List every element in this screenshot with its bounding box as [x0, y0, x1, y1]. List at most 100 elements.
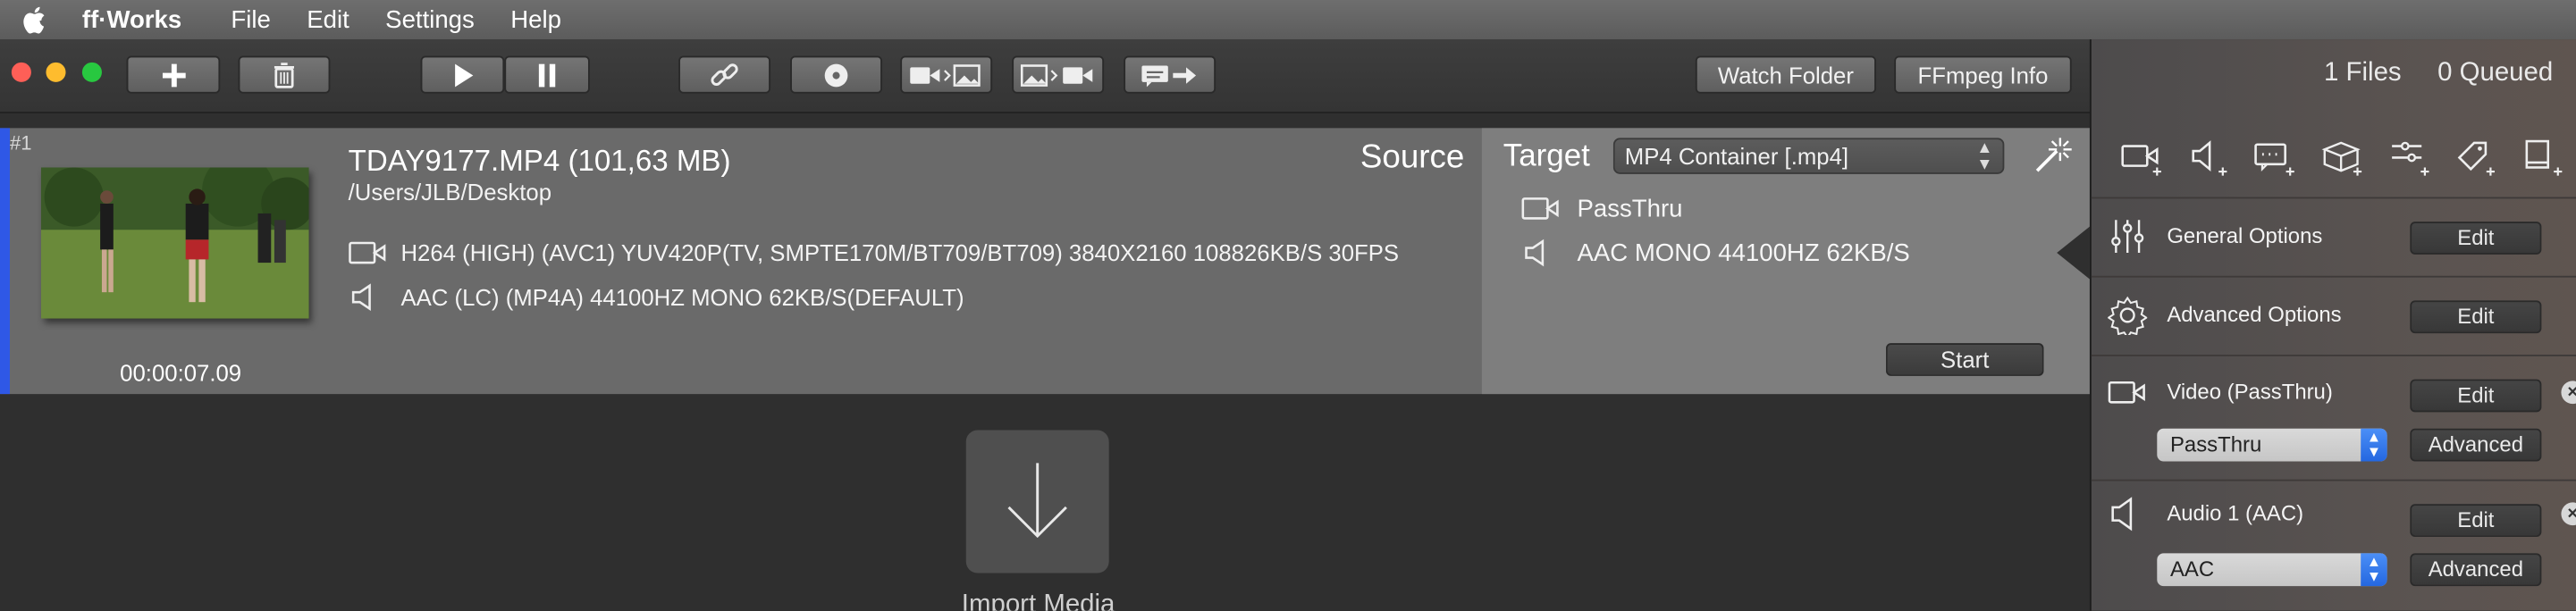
speaker-icon	[351, 283, 371, 311]
stream-add-toolbar	[2121, 138, 2564, 177]
chevron-updown-icon: ▲ ▼	[2361, 428, 2387, 462]
import-media-label: Import Media	[961, 590, 1115, 611]
target-audio: AAC MONO 44100HZ 62KB/S	[1521, 239, 1910, 268]
pause-icon	[538, 63, 556, 87]
source-video-stream: H264 (HIGH) (AVC1) YUV420P(TV, SMPTE170M…	[349, 239, 1399, 268]
sliders-icon	[2111, 220, 2144, 254]
add-package-icon[interactable]	[2321, 138, 2364, 177]
menu-settings[interactable]: Settings	[385, 5, 475, 33]
images-to-video-button[interactable]	[1012, 55, 1105, 94]
import-media-button[interactable]	[965, 430, 1109, 573]
add-subtitle-icon[interactable]	[2254, 138, 2297, 177]
chevron-updown-icon: ▲ ▼	[2361, 553, 2387, 587]
audio-stream-info: AAC (LC) (MP4A) 44100HZ MONO 62KB/S(DEFA…	[400, 283, 964, 311]
subtitle-export-button[interactable]	[1124, 55, 1216, 94]
job-row[interactable]: #1 TDAY9177.MP4 (101,63 MB) /Users/JLB/D…	[0, 128, 2090, 395]
start-button[interactable]: Start	[1886, 343, 2044, 376]
gear-icon	[2108, 296, 2148, 335]
magic-wand-icon[interactable]	[2031, 135, 2074, 178]
add-filter-icon[interactable]	[2388, 138, 2431, 177]
link-button[interactable]	[678, 55, 771, 94]
audio-stream-row: Audio 1 (AAC) Edit × AAC ▲▼ Advanced	[2091, 479, 2576, 611]
add-icon	[162, 63, 185, 87]
menu-edit[interactable]: Edit	[307, 5, 349, 33]
add-video-icon[interactable]	[2121, 138, 2164, 177]
video-camera-icon	[1521, 197, 1559, 220]
video-thumbnail	[40, 167, 309, 319]
app-menu[interactable]: ff·Works	[82, 5, 181, 33]
file-title: TDAY9177.MP4 (101,63 MB)	[348, 144, 731, 178]
general-options-row: General Options Edit	[2091, 197, 2576, 276]
speaker-icon	[2111, 497, 2133, 531]
menu-help[interactable]: Help	[510, 5, 561, 33]
file-path: /Users/JLB/Desktop	[348, 179, 552, 205]
menu-file[interactable]: File	[231, 5, 270, 33]
panel-pointer	[2057, 226, 2090, 280]
start-queue-button[interactable]	[420, 55, 505, 94]
video-to-images-icon	[910, 63, 981, 86]
job-number: #1	[10, 131, 32, 155]
target-video: PassThru	[1521, 194, 1682, 223]
queued-count: 0 Queued	[2437, 59, 2554, 88]
target-video-info: PassThru	[1577, 194, 1683, 223]
add-chapter-icon[interactable]	[2521, 138, 2564, 177]
pause-queue-button[interactable]	[504, 55, 590, 94]
add-tag-icon[interactable]	[2454, 138, 2497, 177]
video-camera-icon	[2108, 381, 2145, 404]
queue-status: 1 Files 0 Queued	[2324, 59, 2553, 88]
add-button[interactable]	[126, 55, 221, 94]
video-advanced-button[interactable]: Advanced	[2410, 428, 2542, 462]
audio-stream-label: Audio 1 (AAC)	[2167, 500, 2304, 526]
link-icon	[711, 63, 738, 86]
audio-codec-value: AAC	[2169, 557, 2215, 582]
delete-button[interactable]	[238, 55, 331, 94]
files-count: 1 Files	[2324, 59, 2402, 88]
arrow-down-icon	[1007, 463, 1067, 539]
video-codec-value: PassThru	[2169, 431, 2262, 456]
disc-button[interactable]	[790, 55, 883, 94]
ffmpeg-info-button[interactable]: FFmpeg Info	[1894, 55, 2072, 94]
minimize-window-button[interactable]	[46, 62, 66, 82]
speaker-icon	[1525, 239, 1545, 267]
disc-icon	[824, 63, 848, 87]
advanced-options-row: Advanced Options Edit	[2091, 275, 2576, 355]
container-select[interactable]: MP4 Container [.mp4] ▲ ▼	[1612, 138, 2005, 174]
remove-video-stream-icon[interactable]: ×	[2561, 381, 2576, 405]
zoom-window-button[interactable]	[81, 62, 102, 82]
menu-bar: ff·Works File Edit Settings Help	[0, 0, 2576, 40]
target-label: Target	[1503, 139, 1590, 174]
trash-icon	[274, 62, 295, 88]
advanced-options-edit-button[interactable]: Edit	[2410, 300, 2542, 334]
container-select-value: MP4 Container [.mp4]	[1624, 142, 1849, 170]
source-label: Source	[1360, 139, 1465, 176]
video-stream-info: H264 (HIGH) (AVC1) YUV420P(TV, SMPTE170M…	[400, 239, 1400, 266]
remove-audio-stream-icon[interactable]: ×	[2561, 502, 2576, 526]
selection-indicator	[0, 128, 11, 395]
audio-codec-select[interactable]: AAC ▲ ▼	[2157, 553, 2387, 587]
video-stream-row: Video (PassThru) Edit × PassThru ▲▼ Adva…	[2091, 355, 2576, 480]
toolbar: Watch Folder FFmpeg Info	[0, 39, 2090, 113]
video-to-images-button[interactable]	[900, 55, 993, 94]
advanced-options-label: Advanced Options	[2167, 302, 2342, 327]
source-audio-stream: AAC (LC) (MP4A) 44100HZ MONO 62KB/S(DEFA…	[349, 282, 964, 312]
play-icon	[454, 63, 473, 87]
options-sidebar: 1 Files 0 Queued General Options Edit Ad…	[2089, 39, 2576, 611]
apple-icon[interactable]	[23, 5, 49, 35]
subtitle-export-icon	[1141, 64, 1197, 87]
general-options-edit-button[interactable]: Edit	[2410, 222, 2542, 255]
add-audio-icon[interactable]	[2188, 138, 2231, 177]
video-codec-select[interactable]: PassThru ▲ ▼	[2157, 428, 2387, 462]
close-window-button[interactable]	[11, 62, 31, 82]
video-edit-button[interactable]: Edit	[2410, 379, 2542, 413]
video-camera-icon	[349, 241, 386, 264]
target-audio-info: AAC MONO 44100HZ 62KB/S	[1577, 239, 1910, 267]
duration: 00:00:07.09	[120, 359, 242, 386]
general-options-label: General Options	[2167, 222, 2323, 248]
video-stream-label: Video (PassThru)	[2167, 379, 2333, 405]
audio-advanced-button[interactable]: Advanced	[2410, 553, 2542, 587]
chevron-updown-icon: ▲ ▼	[1976, 139, 1993, 174]
images-to-video-icon	[1020, 63, 1093, 86]
target-panel: Target MP4 Container [.mp4] ▲ ▼ PassThru …	[1481, 128, 2090, 395]
audio-edit-button[interactable]: Edit	[2410, 504, 2542, 538]
watch-folder-button[interactable]: Watch Folder	[1695, 55, 1876, 94]
